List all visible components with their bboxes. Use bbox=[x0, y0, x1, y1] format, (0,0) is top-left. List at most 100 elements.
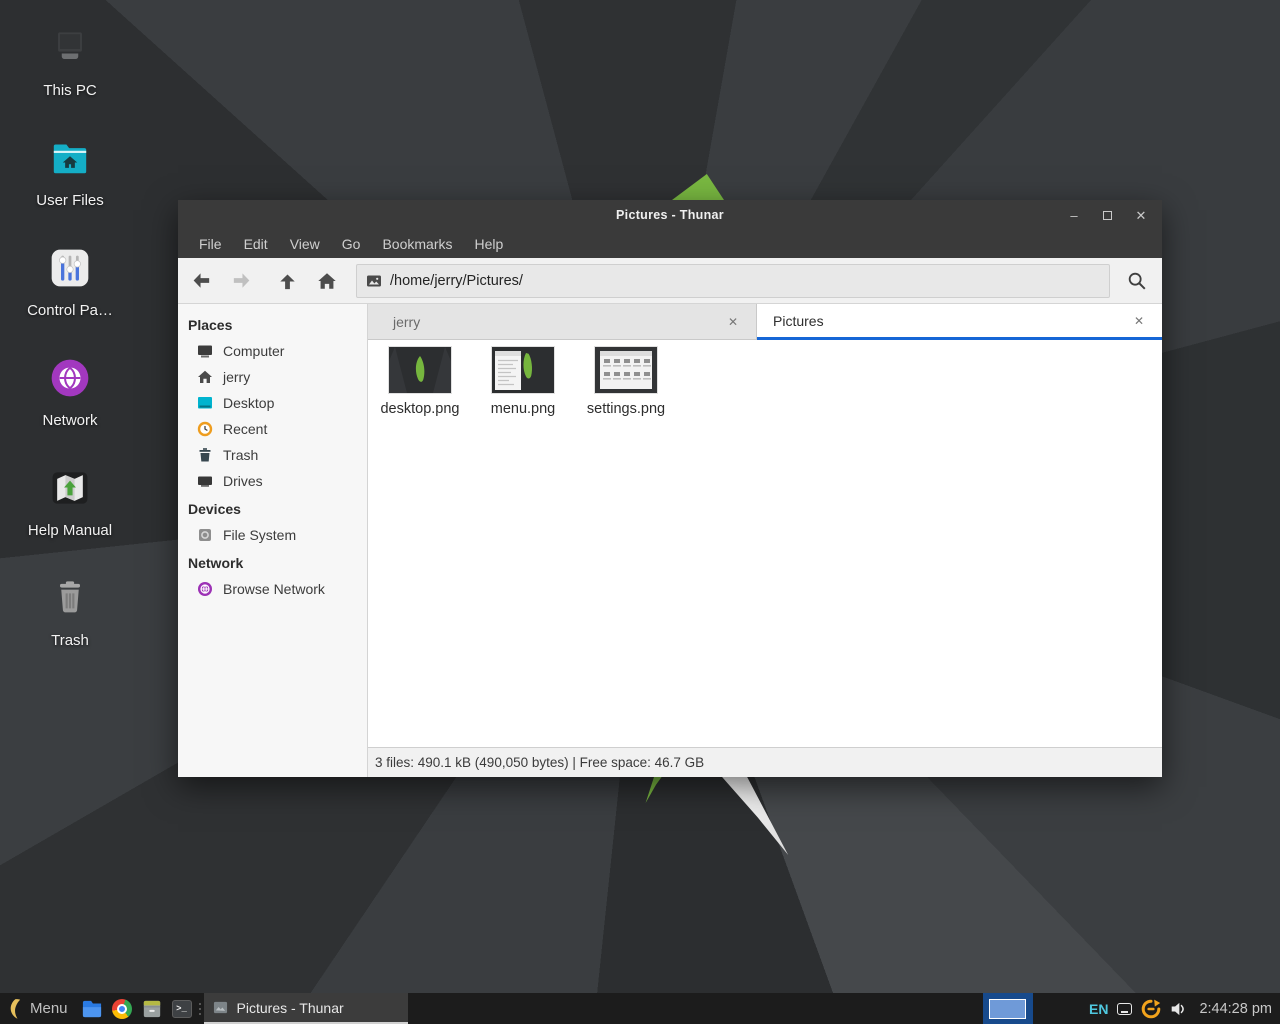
desktop-icon-label: This PC bbox=[15, 82, 125, 99]
recent-clock-icon bbox=[197, 421, 213, 437]
home-icon bbox=[197, 369, 213, 385]
network-globe-icon bbox=[48, 356, 92, 405]
up-button[interactable] bbox=[268, 263, 306, 299]
terminal-icon: >_ bbox=[172, 1000, 192, 1018]
keyboard-layout-indicator[interactable]: EN bbox=[1089, 1001, 1108, 1017]
sidebar-item-drives[interactable]: Drives bbox=[178, 468, 367, 494]
desktop-icon-label: Trash bbox=[15, 632, 125, 649]
status-text: 3 files: 490.1 kB (490,050 bytes) | Free… bbox=[375, 755, 704, 770]
thunar-window: Pictures - Thunar – ✕ File Edit View Go … bbox=[178, 200, 1162, 777]
taskbar-clock[interactable]: 2:44:28 pm bbox=[1196, 1001, 1272, 1017]
menu-png-thumbnail bbox=[492, 347, 554, 393]
menu-bookmarks[interactable]: Bookmarks bbox=[371, 230, 463, 258]
help-manual-icon bbox=[48, 466, 92, 515]
window-task-icon bbox=[213, 1000, 228, 1015]
forward-button[interactable] bbox=[222, 263, 260, 299]
desktop-icon bbox=[197, 395, 213, 411]
display-tray-icon[interactable] bbox=[1117, 1003, 1132, 1015]
sidebar-item-desktop[interactable]: Desktop bbox=[178, 390, 367, 416]
menu-view[interactable]: View bbox=[279, 230, 331, 258]
system-tray: EN 2:44:28 pm bbox=[1033, 999, 1280, 1019]
file-manager-icon bbox=[81, 999, 103, 1019]
desktop-icon-trash[interactable]: Trash bbox=[15, 574, 125, 649]
volume-icon[interactable] bbox=[1170, 1001, 1187, 1017]
sidebar-item-trash[interactable]: Trash bbox=[178, 442, 367, 468]
back-arrow-icon bbox=[190, 269, 213, 292]
desktop-icon-label: Help Manual bbox=[15, 522, 125, 539]
menu-go[interactable]: Go bbox=[331, 230, 372, 258]
file-settings-png[interactable]: settings.png bbox=[576, 347, 676, 417]
workspace-switcher[interactable] bbox=[983, 993, 1033, 1024]
path-bar[interactable]: /home/jerry/Pictures/ bbox=[356, 264, 1110, 298]
tab-jerry[interactable]: jerry ✕ bbox=[368, 304, 757, 340]
up-arrow-icon bbox=[276, 269, 299, 292]
side-pane: Places Computer jerry Desktop Recent bbox=[178, 304, 368, 777]
settings-png-thumbnail bbox=[595, 347, 657, 393]
menu-file[interactable]: File bbox=[188, 230, 233, 258]
tab-close-icon[interactable]: ✕ bbox=[722, 313, 744, 331]
desktop-icon-help-manual[interactable]: Help Manual bbox=[15, 464, 125, 539]
desktop-icon-label: Network bbox=[15, 412, 125, 429]
sidebar-header-places: Places bbox=[178, 310, 367, 338]
file-desktop-png[interactable]: desktop.png bbox=[370, 347, 470, 417]
sidebar-item-browse-network[interactable]: Browse Network bbox=[178, 576, 367, 602]
path-text: /home/jerry/Pictures/ bbox=[390, 273, 523, 289]
drives-icon bbox=[197, 473, 213, 489]
desktop-icon-control-panel[interactable]: Control Pa… bbox=[15, 244, 125, 319]
browse-network-globe-icon bbox=[197, 581, 213, 597]
trash-can-icon bbox=[50, 576, 90, 625]
terminal-launcher[interactable]: >_ bbox=[167, 993, 197, 1024]
window-title: Pictures - Thunar bbox=[178, 208, 1162, 222]
taskbar-grip-handle[interactable] bbox=[197, 993, 204, 1024]
sidebar-item-computer[interactable]: Computer bbox=[178, 338, 367, 364]
file-cabinet-launcher[interactable] bbox=[137, 993, 167, 1024]
desktop-icon-this-pc[interactable]: This PC bbox=[15, 24, 125, 99]
desktop-icon-label: User Files bbox=[15, 192, 125, 209]
trash-icon bbox=[197, 447, 213, 463]
update-notifier-icon[interactable] bbox=[1141, 999, 1161, 1019]
sidebar-item-file-system[interactable]: File System bbox=[178, 522, 367, 548]
taskbar-window-button[interactable]: Pictures - Thunar bbox=[204, 993, 408, 1024]
tab-close-icon[interactable]: ✕ bbox=[1128, 312, 1150, 330]
wallpaper-leaf-tip bbox=[672, 174, 724, 200]
desktop-wallpaper: This PC User Files Control Pa… Network H… bbox=[0, 0, 1280, 1024]
forward-arrow-icon bbox=[230, 269, 253, 292]
titlebar[interactable]: Pictures - Thunar – ✕ bbox=[178, 200, 1162, 230]
sidebar-item-recent[interactable]: Recent bbox=[178, 416, 367, 442]
sidebar-header-devices: Devices bbox=[178, 494, 367, 522]
filesystem-icon bbox=[197, 527, 213, 543]
file-view[interactable]: desktop.png menu.png settings.png bbox=[368, 340, 1162, 747]
image-file-icon bbox=[366, 273, 382, 289]
start-menu-button[interactable]: Menu bbox=[0, 993, 77, 1024]
wallpaper-quill bbox=[716, 777, 792, 855]
sidebar-item-jerry[interactable]: jerry bbox=[178, 364, 367, 390]
workspace-1 bbox=[989, 999, 1026, 1019]
menu-help[interactable]: Help bbox=[464, 230, 515, 258]
desktop-icon-user-files[interactable]: User Files bbox=[15, 134, 125, 209]
close-button[interactable]: ✕ bbox=[1134, 209, 1148, 222]
wallpaper-leaf-stem bbox=[644, 777, 664, 803]
tab-bar: jerry ✕ Pictures ✕ bbox=[368, 304, 1162, 340]
maximize-button[interactable] bbox=[1103, 211, 1112, 220]
home-button[interactable] bbox=[308, 263, 346, 299]
control-panel-icon bbox=[48, 246, 92, 295]
chrome-icon bbox=[112, 999, 132, 1019]
sidebar-header-network: Network bbox=[178, 548, 367, 576]
menu-edit[interactable]: Edit bbox=[233, 230, 279, 258]
search-icon bbox=[1126, 270, 1148, 292]
desktop-icon-network[interactable]: Network bbox=[15, 354, 125, 429]
status-bar: 3 files: 490.1 kB (490,050 bytes) | Free… bbox=[368, 747, 1162, 777]
chrome-launcher[interactable] bbox=[107, 993, 137, 1024]
computer-icon bbox=[197, 343, 213, 359]
distro-logo-icon bbox=[7, 998, 22, 1020]
file-manager-launcher[interactable] bbox=[77, 993, 107, 1024]
file-menu-png[interactable]: menu.png bbox=[473, 347, 573, 417]
search-button[interactable] bbox=[1120, 264, 1154, 298]
desktop-icon-label: Control Pa… bbox=[15, 302, 125, 319]
back-button[interactable] bbox=[182, 263, 220, 299]
tab-pictures[interactable]: Pictures ✕ bbox=[757, 304, 1162, 340]
toolbar: /home/jerry/Pictures/ bbox=[178, 258, 1162, 304]
desktop-png-thumbnail bbox=[389, 347, 451, 393]
user-files-folder-icon bbox=[48, 140, 92, 181]
minimize-button[interactable]: – bbox=[1067, 209, 1081, 222]
